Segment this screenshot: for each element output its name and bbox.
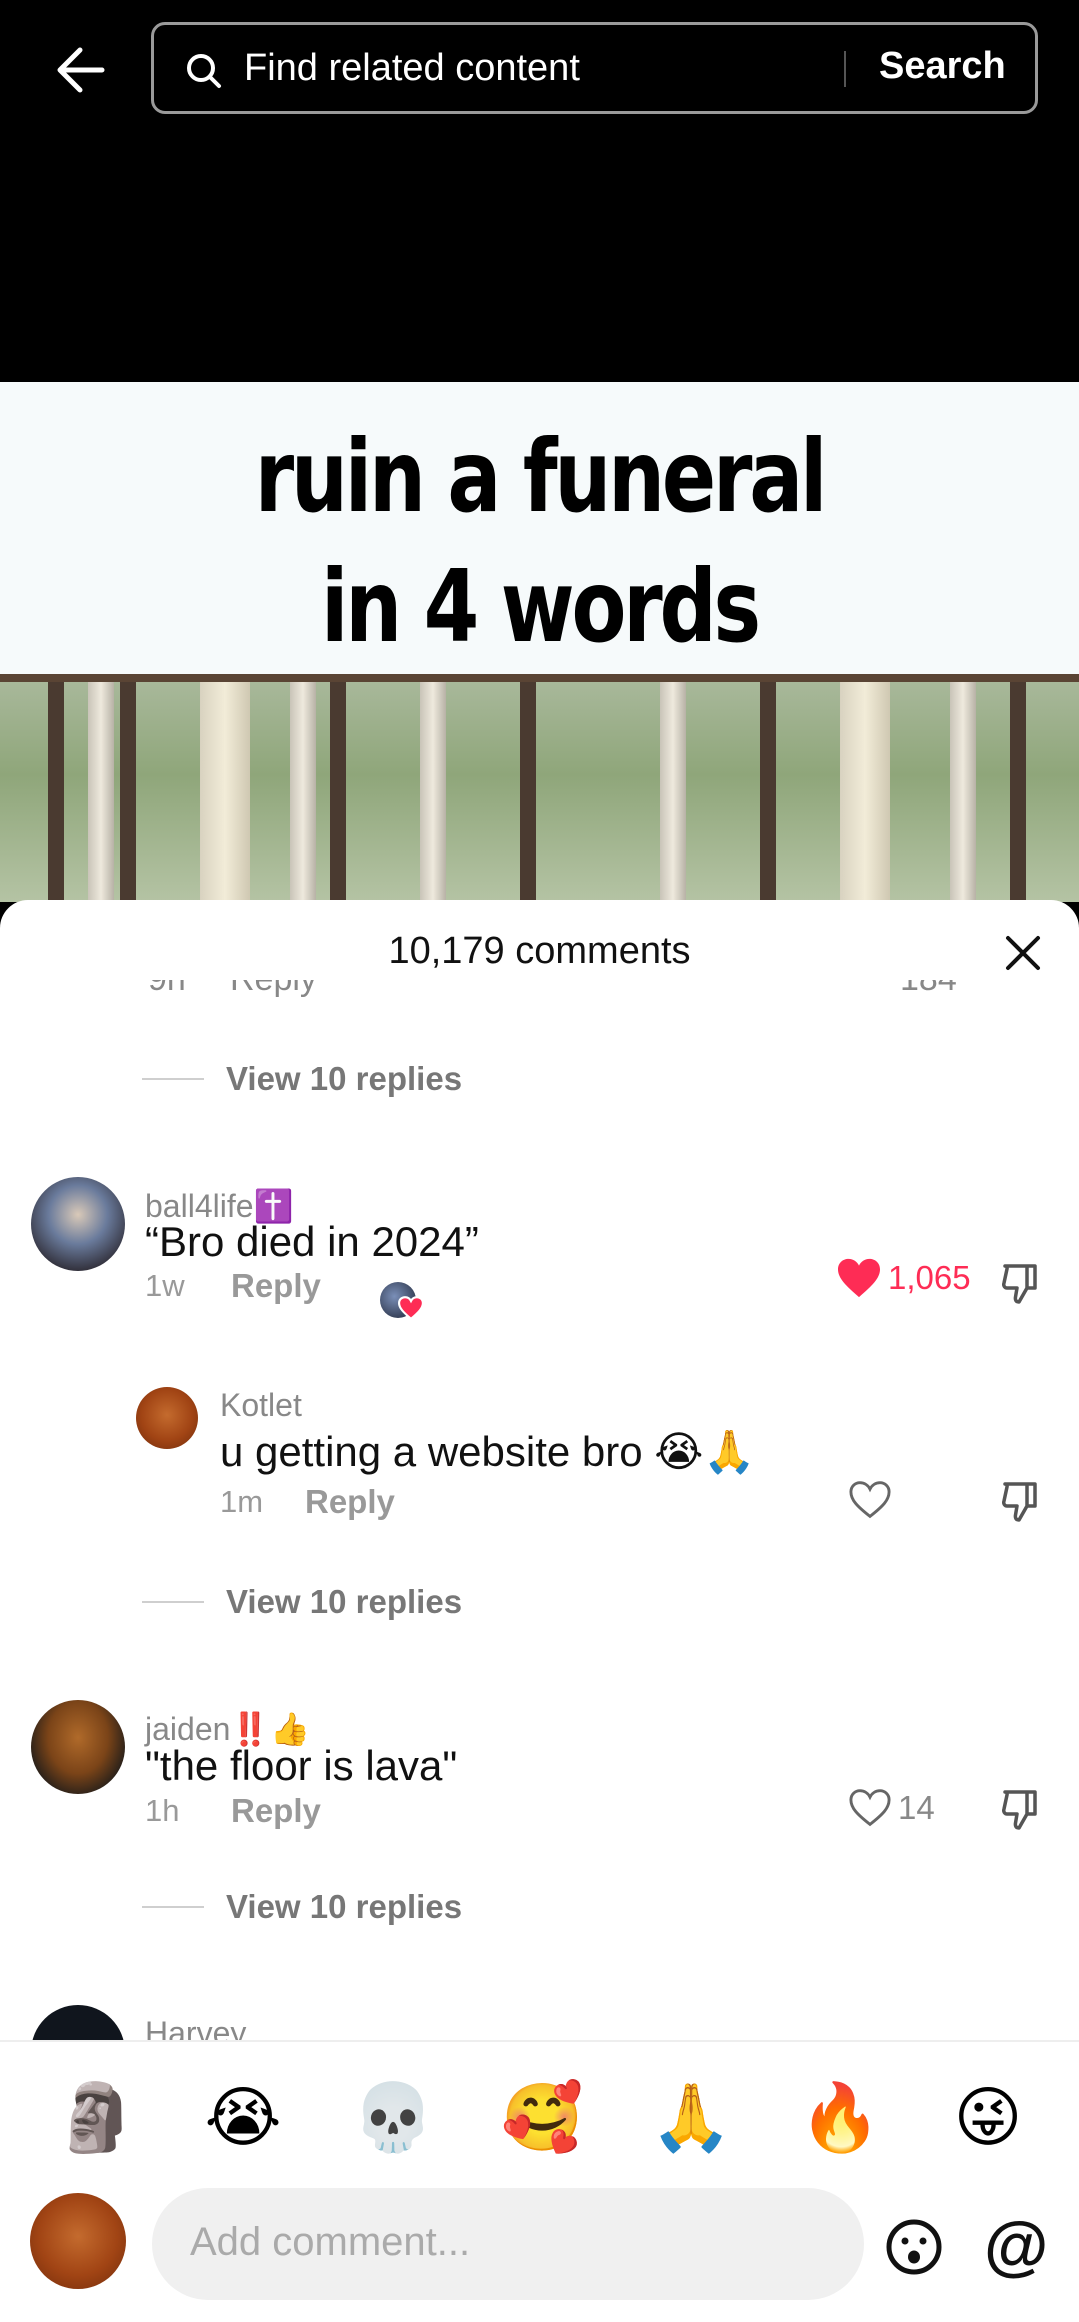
avatar[interactable] [31, 1700, 125, 1794]
partial-reply: Reply [230, 980, 317, 999]
video-caption: ruin a funeral in 4 words [108, 412, 971, 672]
comment-time: 1w [145, 1268, 185, 1303]
emoji-pray[interactable]: 🙏 [650, 2078, 732, 2158]
comment-text: “Bro died in 2024” [145, 1218, 479, 1265]
comment-input-row: Add comment... @ [0, 2165, 1079, 2322]
heart-filled-icon [838, 1258, 880, 1298]
emoji-picker-icon[interactable] [884, 2217, 944, 2277]
emoji-crying[interactable]: 😭 [203, 2078, 283, 2158]
emoji-skull[interactable]: 💀 [352, 2078, 434, 2158]
view-replies-button[interactable]: View 10 replies [142, 1583, 462, 1621]
emoji-fire[interactable]: 🔥 [799, 2078, 881, 2158]
comment-text: "the floor is lava" [145, 1742, 458, 1789]
partial-likes: 184 [900, 980, 957, 999]
heart-outline-icon[interactable] [848, 1480, 892, 1520]
comments-count-title: 10,179 comments [388, 930, 691, 972]
avatar[interactable] [136, 1387, 198, 1449]
back-button[interactable] [50, 40, 110, 100]
emoji-moai[interactable]: 🗿 [55, 2078, 137, 2158]
add-comment-input[interactable]: Add comment... [152, 2188, 864, 2300]
video-frame-forest [0, 674, 1079, 902]
emoji-winking-tongue[interactable]: 😜 [948, 2078, 1028, 2158]
like-button[interactable]: 1,065 [836, 1257, 971, 1299]
video-caption-line-1: ruin a funeral [254, 418, 828, 535]
add-comment-placeholder: Add comment... [190, 2220, 471, 2264]
avatar[interactable] [31, 1177, 125, 1271]
search-button[interactable]: Search [879, 45, 1006, 88]
like-button[interactable]: 14 [848, 1788, 935, 1828]
reply-button[interactable]: Reply [305, 1483, 395, 1521]
dislike-icon[interactable] [999, 1786, 1045, 1832]
search-divider [844, 51, 846, 87]
view-replies-button[interactable]: View 10 replies [142, 1888, 462, 1926]
back-arrow-icon [57, 47, 105, 93]
dislike-icon[interactable] [999, 1260, 1045, 1306]
reply-time: 1m [220, 1484, 264, 1519]
like-count: 1,065 [888, 1259, 971, 1296]
emoji-hearts-face[interactable]: 🥰 [501, 2078, 583, 2158]
search-input[interactable]: Find related content [244, 47, 580, 90]
video-player[interactable]: ruin a funeral in 4 words [0, 382, 1079, 902]
partial-time: 9h [148, 980, 186, 999]
top-bar: Find related content Search [0, 0, 1079, 382]
reply-username[interactable]: Kotlet [220, 1387, 302, 1424]
close-icon[interactable] [1000, 930, 1046, 976]
reply-button[interactable]: Reply [231, 1792, 321, 1830]
reply-button[interactable]: Reply [231, 1267, 321, 1305]
video-caption-line-2: in 4 words [321, 548, 761, 665]
dislike-icon[interactable] [999, 1478, 1045, 1524]
view-replies-button[interactable]: View 10 replies [142, 1060, 462, 1098]
mention-button[interactable]: @ [984, 2207, 1048, 2283]
search-icon [187, 54, 221, 88]
partial-comment-row: 9h Reply 184 [0, 980, 1079, 1010]
reply-text: u getting a website bro 😭🙏 [220, 1428, 756, 1475]
like-count: 14 [898, 1789, 935, 1826]
heart-outline-icon [849, 1789, 891, 1827]
creator-liked-badge [380, 1282, 424, 1320]
my-avatar [30, 2193, 126, 2289]
quick-emoji-bar: 🗿 😭 💀 🥰 🙏 🔥 😜 [0, 2040, 1079, 2156]
comment-time: 1h [145, 1793, 180, 1828]
search-bar[interactable]: Find related content Search [151, 22, 1038, 114]
heart-badge-icon [398, 1296, 424, 1320]
